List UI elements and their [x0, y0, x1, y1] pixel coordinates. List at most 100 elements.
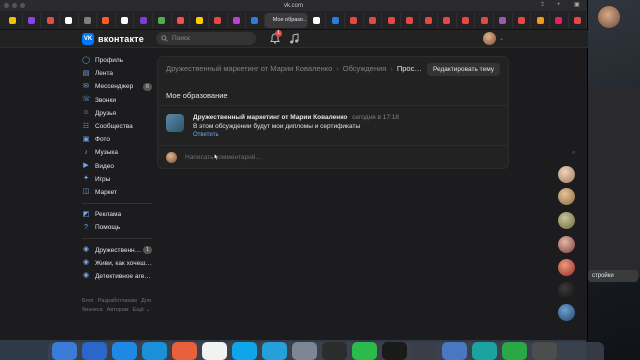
browser-tab[interactable]	[41, 12, 60, 28]
trash-icon[interactable]	[532, 342, 557, 360]
browser-tab[interactable]	[308, 12, 327, 28]
notifications-bell-icon[interactable]: 1	[270, 30, 282, 44]
music-note-icon[interactable]	[289, 33, 299, 44]
app-icon[interactable]	[502, 342, 527, 360]
browser-tab[interactable]	[550, 12, 569, 28]
community-avatar[interactable]	[166, 114, 184, 132]
browser-tab[interactable]	[345, 12, 364, 28]
app-icon[interactable]	[412, 342, 437, 360]
browser-tab[interactable]	[4, 12, 23, 28]
safari-icon[interactable]	[112, 342, 137, 360]
settings-label[interactable]: стройки	[588, 270, 638, 282]
browser-tab[interactable]	[531, 12, 550, 28]
browser-tab[interactable]	[401, 12, 420, 28]
chat-avatar[interactable]	[558, 166, 575, 183]
chat-avatar[interactable]	[558, 282, 575, 299]
chat-avatar[interactable]	[558, 259, 575, 276]
chat-avatar[interactable]	[558, 236, 575, 253]
browser-tab[interactable]	[79, 12, 98, 28]
trello-icon[interactable]	[82, 342, 107, 360]
tab-overview-icon[interactable]: ▣	[574, 2, 581, 9]
reply-link[interactable]: Ответить	[193, 132, 219, 138]
app-icon[interactable]	[442, 342, 467, 360]
footer-link[interactable]: Блог	[82, 298, 94, 304]
breadcrumb-community[interactable]: Дружественный маркетинг от Марии Ковален…	[166, 64, 332, 73]
window-controls[interactable]	[4, 3, 25, 8]
edit-topic-button[interactable]: Редактировать тему	[426, 63, 500, 76]
browser-tab[interactable]	[382, 12, 401, 28]
nav-item[interactable]: ▶ Видео	[82, 160, 152, 173]
browser-tab[interactable]	[97, 12, 116, 28]
chat-avatar[interactable]	[558, 212, 575, 229]
browser-tab[interactable]	[364, 12, 383, 28]
nav-item[interactable]: ☏ Звонки	[82, 94, 152, 107]
nav-item[interactable]: ◉ Дружественн… 1	[82, 243, 152, 256]
nav-item[interactable]: ☺ Друзья	[82, 107, 152, 120]
browser-tab[interactable]	[420, 12, 439, 28]
browser-tab[interactable]	[475, 12, 494, 28]
browser-tab[interactable]	[494, 12, 513, 28]
appstore-icon[interactable]	[142, 342, 167, 360]
browser-tab[interactable]	[326, 12, 345, 28]
search-box[interactable]	[156, 32, 256, 45]
browser-tab[interactable]	[23, 12, 42, 28]
chevron-down-icon[interactable]: ⌄	[499, 35, 504, 42]
app-icon[interactable]	[382, 342, 407, 360]
nav-item[interactable]: ☷ Сообщества	[82, 120, 152, 133]
tab-favicon-icon	[46, 16, 54, 24]
collapse-icon[interactable]: «	[572, 150, 575, 156]
post-author-name[interactable]: Дружественный маркетинг от Марии Ковален…	[193, 114, 347, 121]
nav-item[interactable]: ? Помощь	[82, 221, 152, 234]
user-avatar[interactable]	[483, 32, 496, 45]
tab-favicon-icon	[424, 16, 432, 24]
browser-tab[interactable]	[190, 12, 209, 28]
facetime-icon[interactable]	[352, 342, 377, 360]
vk-logo[interactable]: VK вконтакте	[82, 33, 144, 45]
nav-item[interactable]: ◩ Реклама	[82, 208, 152, 221]
nav-item[interactable]: ◉ Живи, как хочеш…	[82, 257, 152, 270]
nav-item[interactable]: ◯ Профиль	[82, 54, 152, 67]
chat-avatar[interactable]	[558, 188, 575, 205]
breadcrumb-discussions[interactable]: Обсуждения	[343, 64, 387, 73]
browser-tab[interactable]	[116, 12, 135, 28]
browser-tab[interactable]	[569, 12, 588, 28]
skype-icon[interactable]	[232, 342, 257, 360]
browser-tab[interactable]	[457, 12, 476, 28]
search-input[interactable]	[172, 35, 252, 42]
browser-tab[interactable]	[209, 12, 228, 28]
browser-tab[interactable]	[60, 12, 79, 28]
share-icon[interactable]: ⇪	[540, 2, 547, 9]
nav-item[interactable]: ▣ Фото	[82, 133, 152, 146]
footer-link[interactable]: Авторам	[107, 307, 129, 313]
tab-favicon-icon	[462, 16, 470, 24]
finder-icon[interactable]	[52, 342, 77, 360]
nav-item[interactable]: ✉ Мессенджер 6	[82, 80, 152, 93]
post-time[interactable]: сегодня в 17:18	[352, 114, 399, 121]
nav-item[interactable]: ♪ Музыка	[82, 146, 152, 159]
browser-tab[interactable]	[134, 12, 153, 28]
notes-icon[interactable]	[202, 342, 227, 360]
app-icon[interactable]	[322, 342, 347, 360]
tab-favicon-icon	[195, 16, 203, 24]
app-icon[interactable]	[472, 342, 497, 360]
nav-item[interactable]: ◫ Маркет	[82, 186, 152, 199]
nav-item[interactable]: ✦ Игры	[82, 173, 152, 186]
browser-tab[interactable]	[438, 12, 457, 28]
address-bar[interactable]: vk.com	[284, 3, 303, 9]
browser-tab[interactable]	[246, 12, 265, 28]
app-icon[interactable]	[262, 342, 287, 360]
new-tab-icon[interactable]: +	[557, 2, 564, 9]
browser-tab-active[interactable]: Мое образо…	[264, 12, 308, 28]
browser-tab[interactable]	[172, 12, 191, 28]
app-icon[interactable]	[172, 342, 197, 360]
browser-tab[interactable]	[228, 12, 247, 28]
app-icon[interactable]	[292, 342, 317, 360]
browser-tab[interactable]	[153, 12, 172, 28]
nav-item[interactable]: ◉ Детективное аге…	[82, 270, 152, 283]
browser-tab[interactable]	[513, 12, 532, 28]
footer-link[interactable]: Разработчикам	[98, 298, 137, 304]
post-author[interactable]: Дружественный маркетинг от Марии Ковален…	[193, 114, 399, 121]
footer-link[interactable]: Ещё ⌄	[133, 307, 150, 313]
chat-avatar[interactable]	[558, 304, 575, 321]
nav-item[interactable]: ▤ Лента	[82, 67, 152, 80]
